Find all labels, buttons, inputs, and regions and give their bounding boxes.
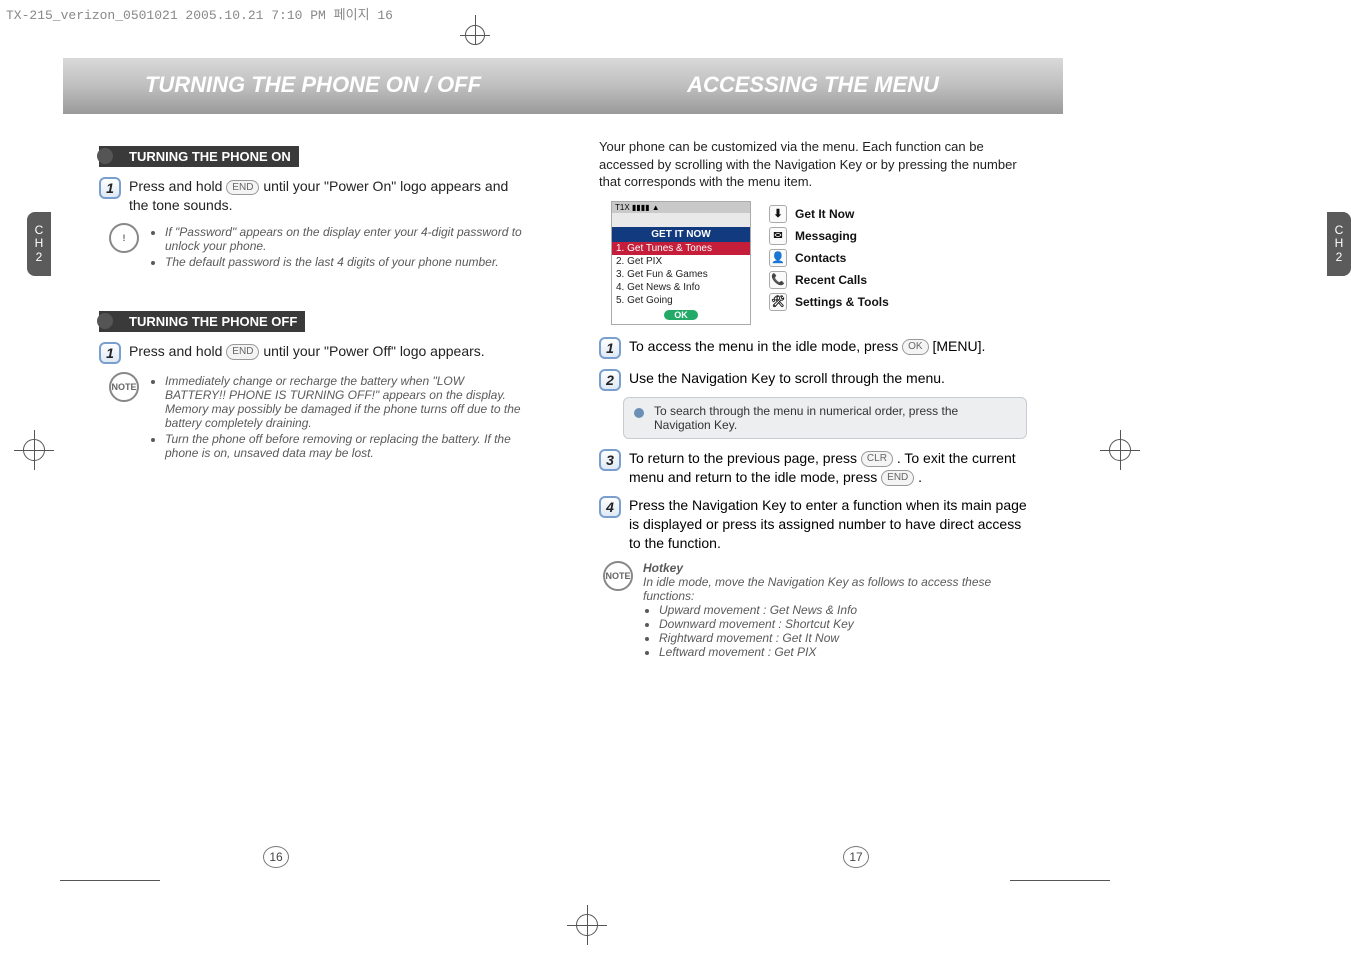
menu-item-label: Contacts [795, 251, 846, 265]
hotkey-title: Hotkey [643, 561, 1027, 575]
hotkey-item: Upward movement : Get News & Info [659, 603, 1027, 617]
document-file-tag: TX-215_verizon_0501021 2005.10.21 7:10 P… [6, 4, 393, 23]
step-number-badge: 4 [599, 496, 621, 518]
menu-item-label: Messaging [795, 229, 857, 243]
section-header: TURNING THE PHONE OFF [99, 311, 305, 332]
hotkey-intro: In idle mode, move the Navigation Key as… [643, 575, 1027, 603]
note-icon: NOTE [109, 372, 139, 402]
contacts-icon: 👤 [769, 249, 787, 267]
end-key-icon: END [881, 470, 914, 486]
trim-line [1010, 880, 1110, 881]
menu-item-label: Settings & Tools [795, 295, 889, 309]
warning-item: If "Password" appears on the display ent… [165, 225, 527, 253]
step-text-fragment: until your "Power Off" logo appears. [263, 343, 484, 359]
phone-screen-banner: GET IT NOW [612, 227, 750, 242]
phone-screenshot: T1X ▮▮▮▮ ▲ GET IT NOW 1. Get Tunes & Ton… [611, 201, 751, 325]
clr-key-icon: CLR [861, 451, 893, 467]
chapter-tab-line: 2 [1336, 251, 1343, 264]
phone-screen-row: 4. Get News & Info [612, 281, 750, 294]
page-title: TURNING THE PHONE ON / OFF [63, 72, 563, 98]
manual-spread: TURNING THE PHONE ON / OFF C H 2 TURNING… [63, 22, 1063, 892]
tip-block: To search through the menu in numerical … [623, 397, 1027, 439]
get-it-now-icon: ⬇ [769, 205, 787, 223]
menu-list: ⬇ Get It Now ✉ Messaging 👤 Contacts 📞 Recent… [769, 201, 1027, 315]
phone-screen-row: 3. Get Fun & Games [612, 268, 750, 281]
phone-screen-row: 1. Get Tunes & Tones [612, 242, 750, 255]
right-page: ACCESSING THE MENU C H 2 Your phone can … [563, 22, 1063, 892]
tip-text: To search through the menu in numerical … [654, 404, 1016, 432]
ok-key-icon: OK [902, 339, 928, 355]
left-page: TURNING THE PHONE ON / OFF C H 2 TURNING… [63, 22, 563, 892]
end-key-icon: END [226, 180, 259, 196]
page-title: ACCESSING THE MENU [563, 72, 1063, 98]
warning-block: ! If "Password" appears on the display e… [109, 223, 527, 271]
end-key-icon: END [226, 344, 259, 360]
instruction-step: 4 Press the Navigation Key to enter a fu… [599, 496, 1027, 553]
page-number: 16 [263, 846, 289, 868]
tip-bullet-icon [634, 408, 644, 418]
chapter-tab-line: 2 [36, 251, 43, 264]
step-number-badge: 1 [599, 337, 621, 359]
instruction-step: 1 Press and hold END until your "Power O… [99, 177, 527, 215]
step-text-fragment: Press and hold [129, 178, 226, 194]
phone-screen-ok: OK [664, 310, 698, 320]
step-text-fragment: Press the Navigation Key to enter a func… [629, 496, 1027, 553]
menu-item-label: Recent Calls [795, 273, 867, 287]
menu-item-label: Get It Now [795, 207, 854, 221]
chapter-tab-line: H [1335, 237, 1344, 250]
instruction-step: 2 Use the Navigation Key to scroll throu… [599, 369, 1027, 391]
settings-tools-icon: 🛠 [769, 293, 787, 311]
instruction-step: 3 To return to the previous page, press … [599, 449, 1027, 487]
warning-icon: ! [109, 223, 139, 253]
step-text-fragment: To access the menu in the idle mode, pre… [629, 338, 902, 354]
chapter-tab: C H 2 [1327, 212, 1351, 276]
note-block: NOTE Immediately change or recharge the … [109, 372, 527, 462]
trim-line [60, 880, 160, 881]
note-icon: NOTE [603, 561, 633, 591]
hotkey-item: Downward movement : Shortcut Key [659, 617, 1027, 631]
hotkey-item: Rightward movement : Get It Now [659, 631, 1027, 645]
note-item: Turn the phone off before removing or re… [165, 432, 527, 460]
step-text-fragment: Press and hold [129, 343, 226, 359]
hotkey-note-block: NOTE Hotkey In idle mode, move the Navig… [603, 561, 1027, 659]
step-text-fragment: . [918, 469, 922, 485]
step-number-badge: 1 [99, 177, 121, 199]
recent-calls-icon: 📞 [769, 271, 787, 289]
step-number-badge: 2 [599, 369, 621, 391]
intro-text: Your phone can be customized via the men… [599, 138, 1027, 191]
section-header: TURNING THE PHONE ON [99, 146, 299, 167]
step-text-fragment: To return to the previous page, press [629, 450, 861, 466]
chapter-tab-line: H [35, 237, 44, 250]
step-number-badge: 3 [599, 449, 621, 471]
instruction-step: 1 To access the menu in the idle mode, p… [599, 337, 1027, 359]
instruction-step: 1 Press and hold END until your "Power O… [99, 342, 527, 364]
menu-illustration: T1X ▮▮▮▮ ▲ GET IT NOW 1. Get Tunes & Ton… [611, 201, 1027, 325]
step-number-badge: 1 [99, 342, 121, 364]
chapter-tab: C H 2 [27, 212, 51, 276]
hotkey-item: Leftward movement : Get PIX [659, 645, 1027, 659]
phone-screen-row: 2. Get PIX [612, 255, 750, 268]
step-text-fragment: [MENU]. [933, 338, 986, 354]
note-item: Immediately change or recharge the batte… [165, 374, 527, 430]
page-number: 17 [843, 846, 869, 868]
messaging-icon: ✉ [769, 227, 787, 245]
warning-item: The default password is the last 4 digit… [165, 255, 527, 269]
step-text-fragment: Use the Navigation Key to scroll through… [629, 369, 1027, 391]
phone-screen-row: 5. Get Going [612, 294, 750, 307]
